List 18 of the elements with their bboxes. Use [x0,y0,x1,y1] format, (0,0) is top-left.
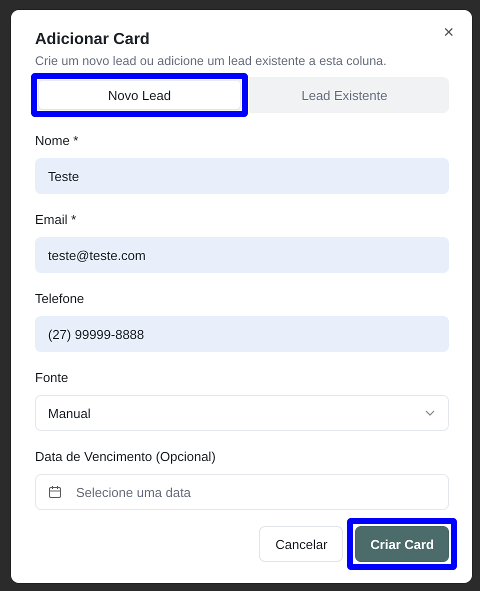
select-field[interactable]: Manual [35,395,449,431]
calendar-icon [48,485,62,499]
input-field[interactable]: teste@teste.com [35,237,449,273]
cancel-button[interactable]: Cancelar [259,526,344,562]
dialog-subtitle: Crie um novo lead ou adicione um lead existente a esta coluna. [35,53,388,69]
dialog-title: Adicionar Card [35,30,151,50]
close-button[interactable]: × [441,22,456,42]
input-field[interactable]: (27) 99999-8888 [35,316,449,352]
tab[interactable]: Lead Existente [244,81,445,109]
field-label: Nome * [35,133,80,149]
create-button[interactable]: Criar Card [355,526,449,562]
date-field[interactable]: Selecione uma data [35,474,449,510]
field-label: Email * [35,212,78,228]
field-label: Telefone [35,291,86,307]
field-label: Fonte [35,370,70,386]
input-field[interactable]: Teste [35,158,449,194]
tab[interactable]: Novo Lead [39,81,240,109]
field-label: Data de Vencimento (Opcional) [35,449,217,465]
